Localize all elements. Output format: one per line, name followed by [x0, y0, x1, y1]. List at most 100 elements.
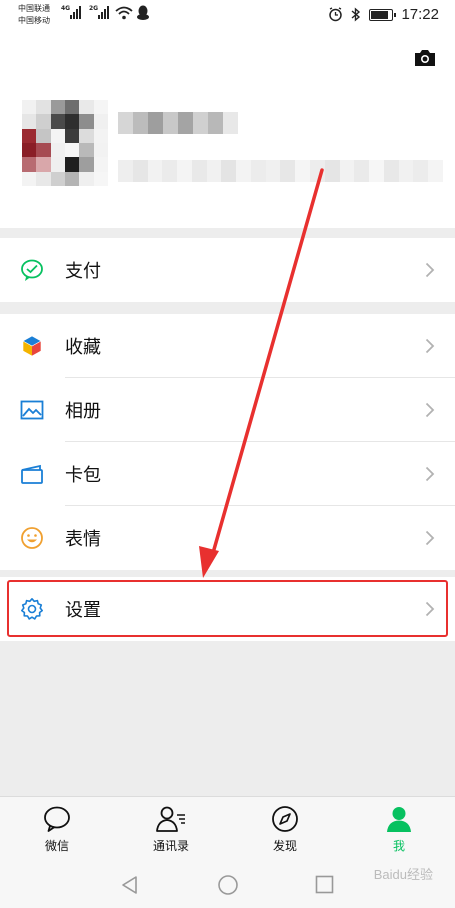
avatar-pixel	[50, 142, 65, 158]
avatar-pixel	[50, 157, 65, 172]
menu-item-settings[interactable]: 设置	[0, 577, 455, 641]
wechat-id-pixel	[236, 160, 251, 182]
battery-icon	[369, 8, 397, 21]
tab-discover[interactable]: 发现	[235, 805, 335, 855]
avatar-pixel	[36, 100, 51, 115]
avatar-pixel	[36, 128, 51, 143]
watermark: Baidu经验	[373, 867, 433, 882]
recents-square-icon[interactable]	[315, 875, 334, 894]
favorites-cube-icon	[22, 335, 42, 357]
services-section: 收藏 相册 卡包 表情	[0, 314, 455, 570]
signal-icon	[98, 6, 109, 19]
avatar-pixel	[79, 100, 94, 115]
nickname-pixel	[133, 112, 148, 134]
wechat-id-pixel	[413, 160, 429, 182]
wechat-id-pixel	[221, 160, 237, 182]
avatar-pixel	[79, 114, 94, 129]
wechat-id-pixel	[295, 160, 311, 182]
network-type-2: 2G	[89, 5, 99, 12]
menu-label-stickers: 表情	[65, 529, 101, 550]
avatar-pixel	[22, 128, 37, 143]
status-time: 17:22	[401, 6, 439, 23]
avatar-pixel	[36, 142, 51, 158]
me-person-icon	[387, 807, 411, 832]
battery-fill	[371, 10, 389, 19]
qq-icon	[137, 5, 149, 20]
tab-label-discover: 发现	[272, 839, 297, 853]
tab-chats[interactable]: 微信	[7, 805, 107, 855]
avatar-pixel	[79, 128, 94, 143]
nickname-pixel	[118, 112, 133, 134]
avatar-pixel	[93, 100, 108, 115]
wechat-id-pixel	[383, 160, 399, 182]
menu-item-album[interactable]: 相册	[0, 378, 455, 442]
avatar-pixel	[93, 157, 108, 172]
nickname-pixel	[178, 112, 193, 134]
avatar-pixel	[36, 171, 51, 186]
chevron-right-icon	[425, 601, 435, 617]
avatar-pixel	[50, 100, 65, 115]
settings-section: 设置	[0, 577, 455, 641]
menu-label-settings: 设置	[65, 600, 101, 621]
signal-icon	[70, 6, 81, 19]
bottom-tab-bar: 微信 通讯录 发现 我	[0, 796, 455, 858]
wechat-id-pixel	[324, 160, 340, 182]
wechat-id-pixel	[147, 160, 163, 182]
menu-item-stickers[interactable]: 表情	[0, 506, 455, 570]
album-image-icon	[20, 400, 44, 420]
wechat-id-pixel	[118, 160, 133, 182]
network-type-1: 4G	[61, 5, 71, 12]
wechat-id-pixel	[339, 160, 355, 182]
wechat-id-pixel	[191, 160, 207, 182]
menu-label-pay: 支付	[65, 261, 101, 282]
nickname-pixel	[193, 112, 208, 134]
profile-header[interactable]	[0, 32, 455, 228]
menu-item-cards[interactable]: 卡包	[0, 442, 455, 506]
sticker-smiley-icon	[21, 527, 43, 549]
avatar-pixel	[50, 114, 65, 129]
tab-contacts[interactable]: 通讯录	[121, 805, 221, 855]
chevron-right-icon	[425, 402, 435, 418]
avatar-pixel	[93, 128, 108, 143]
menu-item-pay[interactable]: 支付	[0, 238, 455, 302]
wechat-id-pixel	[162, 160, 178, 182]
avatar-pixel	[79, 142, 94, 158]
avatar-pixel	[64, 171, 80, 186]
chat-bubble-icon	[44, 806, 70, 832]
wechat-id-pixel	[310, 160, 325, 182]
avatar-pixel	[64, 100, 80, 115]
nickname-blurred	[118, 112, 238, 134]
avatar[interactable]	[22, 100, 108, 186]
avatar-pixel	[36, 114, 51, 129]
avatar-pixel	[22, 142, 37, 158]
contacts-icon	[156, 806, 185, 832]
wechat-id-pixel	[177, 160, 192, 182]
avatar-pixel	[36, 157, 51, 172]
home-circle-icon[interactable]	[217, 875, 239, 897]
avatar-pixel	[93, 114, 108, 129]
camera-icon[interactable]	[413, 48, 437, 68]
wechat-id-pixel	[132, 160, 148, 182]
status-bar: 中国联通 中国移动 4G 2G 17:22	[0, 0, 455, 32]
avatar-pixel	[64, 128, 80, 143]
chevron-right-icon	[425, 262, 435, 278]
menu-item-favorites[interactable]: 收藏	[0, 314, 455, 378]
avatar-pixel	[64, 157, 80, 172]
wechat-id-pixel	[354, 160, 370, 182]
wechat-id-pixel	[280, 160, 296, 182]
avatar-pixel	[22, 157, 37, 172]
system-nav-bar: Baidu经验	[0, 858, 455, 908]
wechat-id-pixel	[369, 160, 384, 182]
wechat-id-blurred	[118, 160, 443, 182]
carrier-names: 中国联通 中国移动	[18, 3, 50, 27]
wechat-id-pixel	[250, 160, 266, 182]
wechat-pay-icon	[21, 259, 43, 281]
nickname-pixel	[148, 112, 163, 134]
avatar-pixel	[93, 142, 108, 158]
back-triangle-icon[interactable]	[120, 875, 140, 895]
avatar-pixel	[64, 142, 80, 158]
tab-me[interactable]: 我	[349, 805, 449, 855]
avatar-pixel	[64, 114, 80, 129]
bluetooth-icon	[351, 7, 361, 22]
gear-icon	[21, 598, 43, 620]
